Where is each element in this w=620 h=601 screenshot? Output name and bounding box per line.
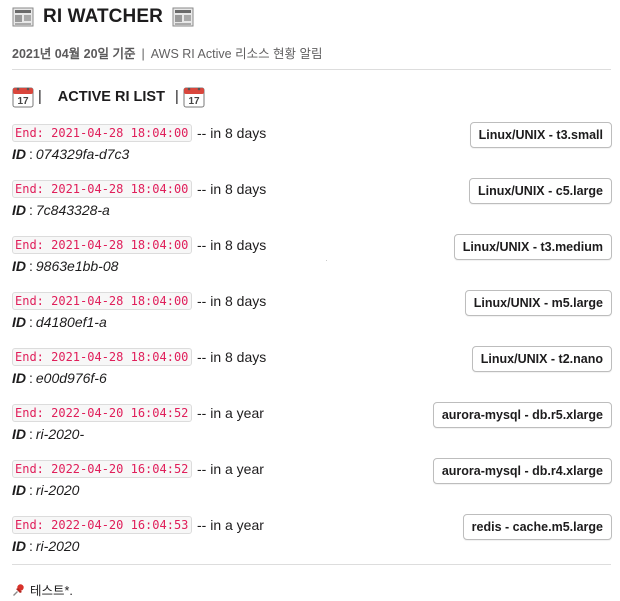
ri-id-line: ID: e00d976f-6 — [12, 370, 116, 386]
ri-id-value: 9863e1bb-08 — [35, 258, 119, 274]
ri-end-line: End: 2021-04-28 18:04:00 -- in 8 days — [12, 292, 266, 310]
pushpin-icon — [13, 583, 24, 596]
ri-end-date: End: 2021-04-28 18:04:00 — [12, 236, 192, 254]
ri-end-date: End: 2021-04-28 18:04:00 — [12, 348, 192, 366]
message-header: RI WATCHER — [12, 6, 194, 28]
ri-id-separator: : — [29, 538, 33, 554]
ri-id-value: ri-2020 — [35, 538, 80, 554]
ri-type-button[interactable]: Linux/UNIX - m5.large — [464, 290, 612, 316]
ri-id-separator: : — [29, 202, 33, 218]
ri-id-line: ID: ri-2020 — [12, 482, 88, 498]
ri-id-line: ID:9863e1bb-08 — [12, 258, 126, 274]
list-header-pipe: | — [38, 89, 42, 105]
ri-id-label: ID — [12, 538, 26, 554]
ri-id-line: ID: ri-2020- — [12, 426, 96, 442]
ri-list-item: End: 2022-04-20 16:04:52 -- in a year ID… — [12, 402, 612, 456]
ri-id-label: ID — [12, 314, 26, 330]
ri-id-separator: : — [29, 482, 33, 498]
newspaper-icon — [172, 7, 194, 27]
page-title: RI WATCHER — [43, 6, 163, 27]
ri-id-value: 7c843328-a — [35, 202, 110, 218]
ri-type-button[interactable]: Linux/UNIX - c5.large — [468, 178, 612, 204]
ri-id-separator: : — [29, 258, 33, 274]
ri-end-line: End: 2021-04-28 18:04:00 -- in 8 days — [12, 236, 266, 254]
ri-id-separator: : — [29, 370, 33, 386]
ri-end-date: End: 2022-04-20 16:04:53 — [12, 516, 192, 534]
newspaper-icon — [12, 7, 34, 27]
list-title: ACTIVE RI LIST — [57, 89, 165, 105]
ri-end-line: End: 2022-04-20 16:04:52 -- in a year — [12, 404, 264, 422]
svg-text:17: 17 — [17, 96, 29, 107]
ri-type-button[interactable]: Linux/UNIX - t2.nano — [471, 346, 612, 372]
ri-end-date: End: 2021-04-28 18:04:00 — [12, 292, 192, 310]
ri-type-button[interactable]: Linux/UNIX - t3.medium — [453, 234, 612, 260]
ri-id-value: d4180ef1-a — [35, 314, 107, 330]
ri-remaining: -- in 8 days — [197, 181, 267, 197]
ri-end-line: End: 2022-04-20 16:04:52 -- in a year — [12, 460, 264, 478]
svg-text:17: 17 — [188, 96, 200, 107]
ri-id-separator: : — [29, 146, 33, 162]
message-footer: 테스트*. — [12, 580, 73, 599]
ri-id-line: ID:7c843328-a — [12, 202, 113, 218]
subtitle-separator: | — [141, 47, 145, 61]
ri-remaining: -- in a year — [197, 517, 264, 533]
calendar-icon: 17 — [183, 87, 205, 108]
ri-type-button[interactable]: Linux/UNIX - t3.small — [469, 122, 612, 148]
ri-remaining: -- in 8 days — [197, 125, 267, 141]
ri-list-item: End: 2022-04-20 16:04:53 -- in a year ID… — [12, 514, 612, 568]
ri-id-value: ri-2020- — [35, 426, 85, 442]
stray-dot — [326, 260, 327, 261]
ri-remaining: -- in 8 days — [197, 237, 267, 253]
ri-list-item: End: 2022-04-20 16:04:52 -- in a year ID… — [12, 458, 612, 512]
ri-list-item: End: 2021-04-28 18:04:00 -- in 8 days ID… — [12, 178, 612, 232]
ri-type-button[interactable]: redis - cache.m5.large — [462, 514, 612, 540]
ri-list-item: End: 2021-04-28 18:04:00 -- in 8 days ID… — [12, 234, 612, 288]
ri-end-date: End: 2021-04-28 18:04:00 — [12, 124, 192, 142]
list-header-pipe: | — [174, 89, 179, 105]
list-header: 17 | ACTIVE RI LIST | 17 — [12, 86, 205, 108]
ri-id-line: ID: d4180ef1-a — [12, 314, 116, 330]
ri-id-label: ID — [12, 258, 26, 274]
ri-id-value: e00d976f-6 — [35, 370, 107, 386]
ri-id-value: ri-2020 — [35, 482, 80, 498]
ri-remaining: -- in 8 days — [197, 293, 267, 309]
ri-list-item: End: 2021-04-28 18:04:00 -- in 8 days ID… — [12, 122, 612, 176]
footer-text: 테스트*. — [30, 584, 73, 598]
ri-id-label: ID — [12, 482, 26, 498]
ri-end-line: End: 2022-04-20 16:04:53 -- in a year — [12, 516, 264, 534]
ri-type-button[interactable]: aurora-mysql - db.r5.xlarge — [432, 402, 612, 428]
ri-id-label: ID — [12, 370, 26, 386]
calendar-icon: 17 — [12, 87, 34, 108]
divider — [12, 564, 611, 565]
divider — [12, 69, 611, 70]
ri-remaining: -- in a year — [197, 461, 264, 477]
ri-id-separator: : — [29, 426, 33, 442]
ri-id-label: ID — [12, 146, 26, 162]
ri-end-date: End: 2022-04-20 16:04:52 — [12, 460, 192, 478]
ri-id-separator: : — [29, 314, 33, 330]
ri-end-line: End: 2021-04-28 18:04:00 -- in 8 days — [12, 348, 266, 366]
ri-id-value: 074329fa-d7c3 — [35, 146, 130, 162]
ri-id-label: ID — [12, 426, 26, 442]
ri-id-line: ID: ri-2020 — [12, 538, 88, 554]
ri-end-date: End: 2021-04-28 18:04:00 — [12, 180, 192, 198]
ri-remaining: -- in 8 days — [197, 349, 267, 365]
ri-remaining: -- in a year — [197, 405, 264, 421]
ri-type-button[interactable]: aurora-mysql - db.r4.xlarge — [432, 458, 612, 484]
ri-end-line: End: 2021-04-28 18:04:00 -- in 8 days — [12, 124, 266, 142]
ri-id-line: ID:074329fa-d7c3 — [12, 146, 134, 162]
report-date: 2021년 04월 20일 기준 — [12, 47, 136, 61]
subtitle: 2021년 04월 20일 기준 | AWS RI Active 리소스 현황 알림 — [12, 43, 323, 62]
ri-id-label: ID — [12, 202, 26, 218]
ri-end-date: End: 2022-04-20 16:04:52 — [12, 404, 192, 422]
subtitle-text: AWS RI Active 리소스 현황 알림 — [150, 47, 323, 61]
ri-list-item: End: 2021-04-28 18:04:00 -- in 8 days ID… — [12, 290, 612, 344]
ri-list-item: End: 2021-04-28 18:04:00 -- in 8 days ID… — [12, 346, 612, 400]
ri-end-line: End: 2021-04-28 18:04:00 -- in 8 days — [12, 180, 266, 198]
